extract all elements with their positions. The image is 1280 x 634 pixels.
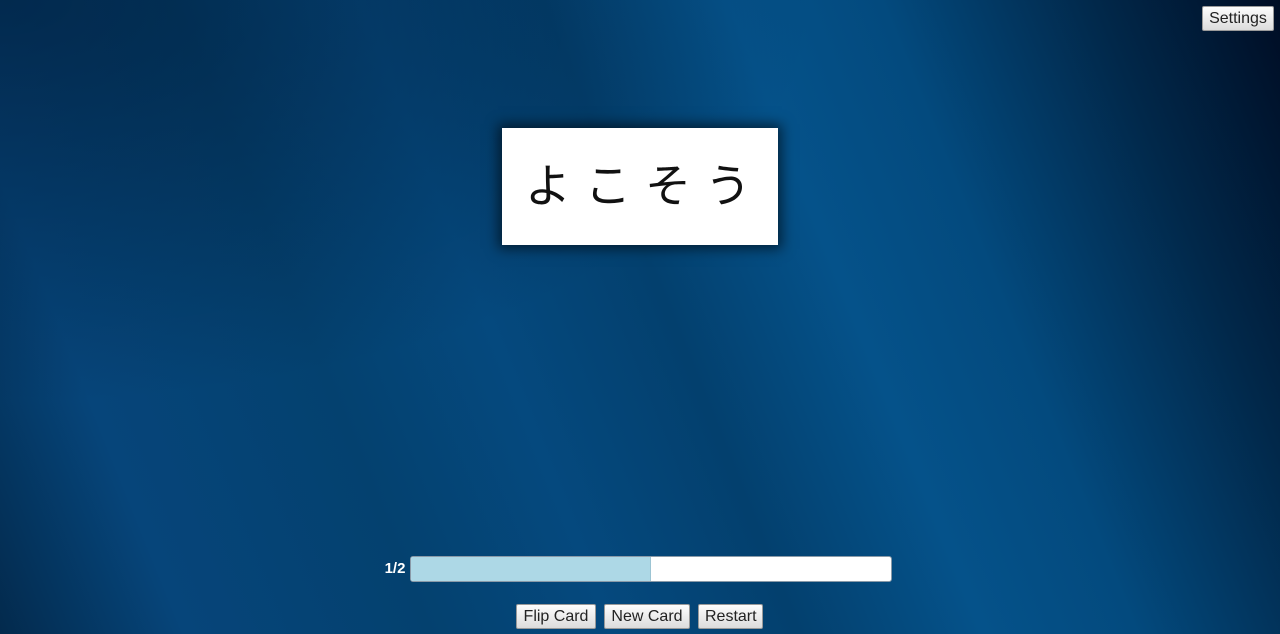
flip-card-button[interactable]: Flip Card [516,604,596,629]
progress-label: 1/2 [384,560,406,577]
new-card-button[interactable]: New Card [604,604,690,629]
card-text: よこそう [525,159,765,213]
progress-bar [410,556,892,582]
flash-card[interactable]: よこそう [502,128,778,245]
background-shade [0,0,1280,634]
progress-bar-fill [411,557,651,581]
restart-button[interactable]: Restart [698,604,763,629]
settings-button[interactable]: Settings [1202,6,1274,31]
